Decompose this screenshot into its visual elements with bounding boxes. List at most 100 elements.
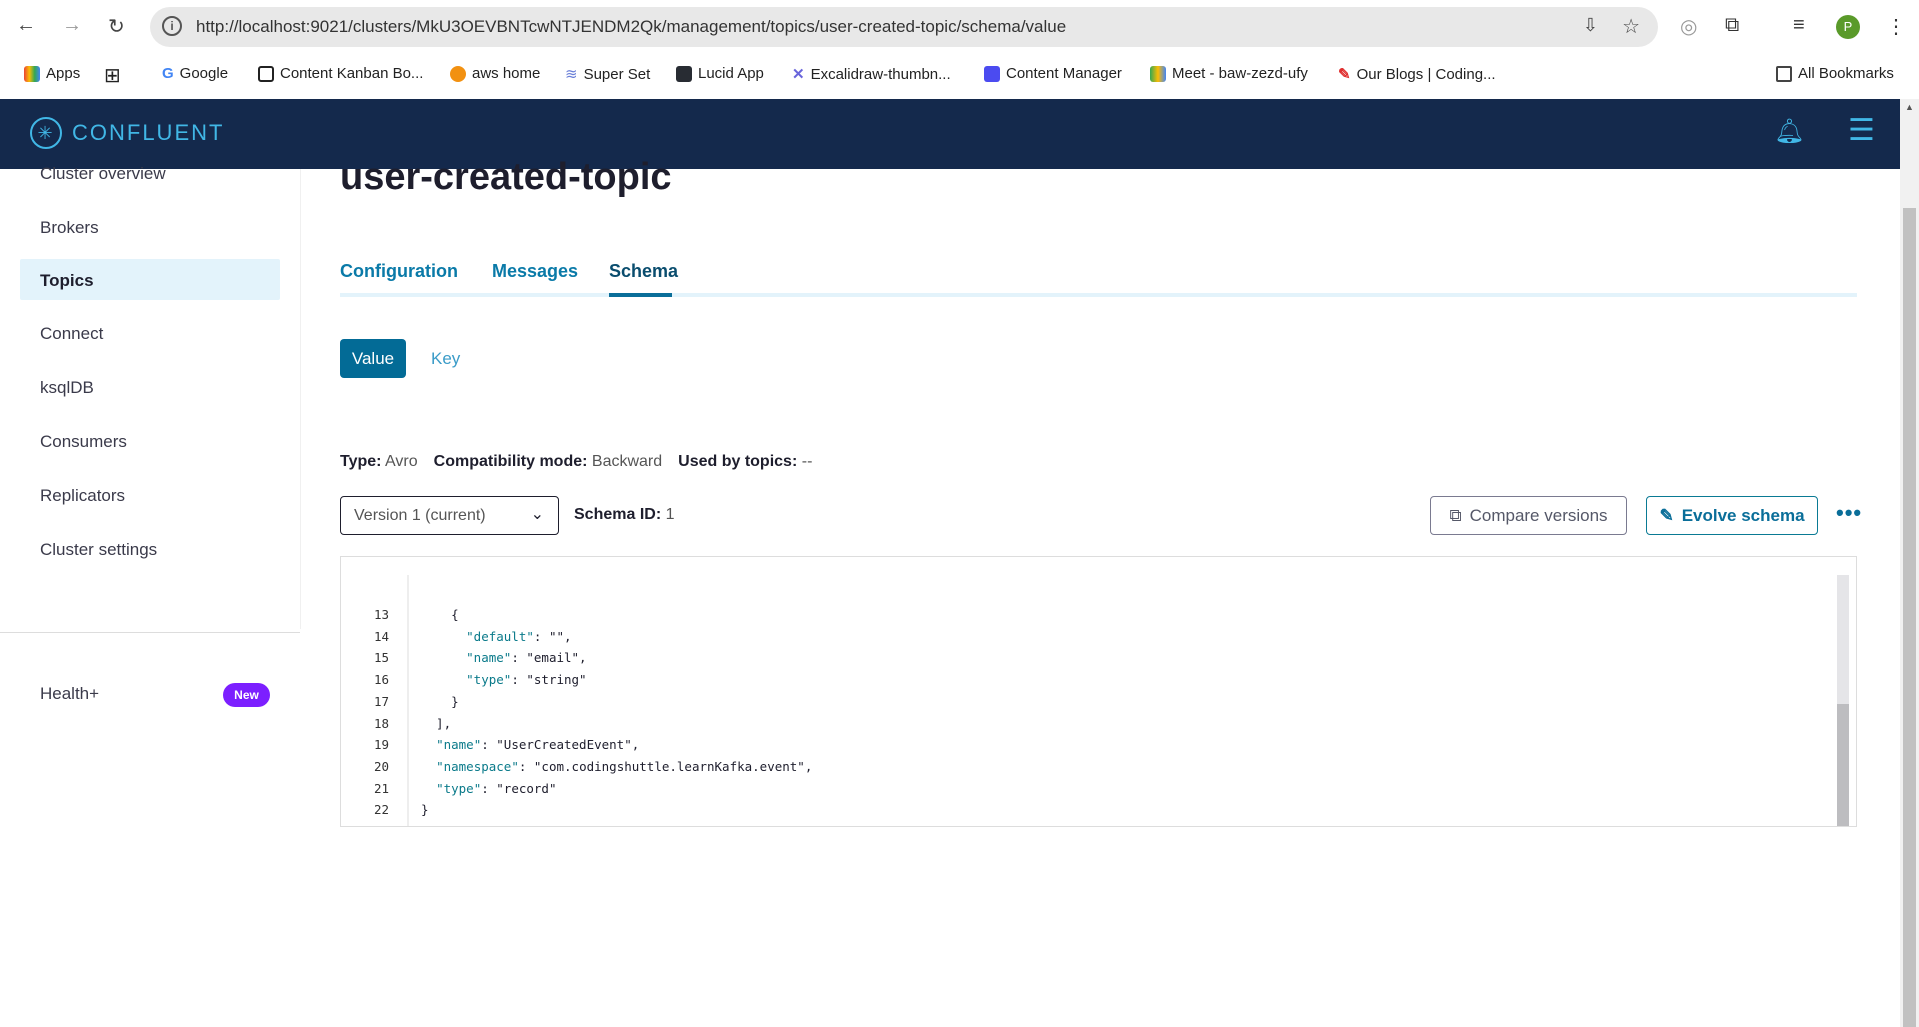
line-number: 14 — [373, 628, 389, 644]
used-label: Used by topics: — [678, 453, 798, 470]
all-bookmarks[interactable]: All Bookmarks — [1776, 65, 1894, 82]
confluent-logo[interactable]: ✳ CONFLUENT — [30, 117, 224, 149]
bookmark-aws-home[interactable]: aws home — [450, 65, 540, 82]
line-number: 20 — [373, 758, 389, 774]
value-toggle[interactable]: Value — [340, 339, 406, 378]
logo-text: CONFLUENT — [72, 120, 225, 145]
sidebar-item-topics[interactable]: Topics — [40, 271, 94, 291]
site-info-icon[interactable]: i — [162, 16, 182, 36]
schema-id: Schema ID: 1 — [574, 506, 675, 524]
bookmark-super-set[interactable]: ≋ Super Set — [565, 65, 650, 84]
bookmark-lucid[interactable]: Lucid App — [676, 65, 764, 82]
bookmark-our-blogs[interactable]: ✎ Our Blogs | Coding... — [1338, 65, 1496, 84]
gutter-divider — [407, 575, 409, 826]
tab-configuration[interactable]: Configuration — [340, 261, 458, 282]
more-options-icon[interactable]: ••• — [1836, 500, 1862, 526]
sidebar-item-connect[interactable]: Connect — [40, 324, 103, 344]
menu-icon[interactable]: ⋮ — [1886, 14, 1906, 39]
code-line: { — [421, 607, 459, 622]
reload-icon[interactable]: ↻ — [108, 14, 125, 39]
type-value: Avro — [385, 453, 418, 470]
lucid-icon — [676, 65, 692, 82]
evolve-schema-button[interactable]: ✎ Evolve schema — [1646, 496, 1818, 535]
compare-versions-button[interactable]: ⧉ Compare versions — [1430, 496, 1627, 535]
code-line: "namespace": "com.codingshuttle.learnKaf… — [436, 758, 813, 774]
code-line: "name": "UserCreatedEvent", — [436, 737, 640, 753]
hamburger-icon[interactable]: ☰ — [1848, 113, 1875, 148]
browser-toolbar: ← → ↻ i http://localhost:9021/clusters/M… — [0, 0, 1919, 55]
bookmark-label: Apps — [46, 65, 81, 82]
chevron-down-icon: ⌄ — [530, 506, 544, 523]
line-number: 17 — [373, 693, 389, 709]
bookmark-label: Meet - baw-zezd-ufy — [1172, 65, 1308, 82]
tab-messages[interactable]: Messages — [492, 261, 578, 282]
page-scrollbar-thumb[interactable] — [1903, 208, 1916, 1027]
forward-icon[interactable]: → — [62, 14, 82, 37]
google-icon: G — [162, 65, 174, 82]
bell-icon[interactable]: 🔔︎ — [1774, 117, 1804, 146]
bookmarks-bar: Apps ⊞ G Google Content Kanban Bo... aws … — [0, 55, 1919, 99]
superset-icon: ≋ — [565, 66, 578, 83]
sidebar-item-replicators[interactable]: Replicators — [40, 486, 125, 506]
button-label: Evolve schema — [1681, 505, 1805, 525]
code-line: "default": "", — [466, 628, 572, 644]
address-bar[interactable]: i http://localhost:9021/clusters/MkU3OEV… — [150, 7, 1658, 47]
scroll-up-icon[interactable]: ▲ — [1905, 102, 1914, 112]
sidebar-item-cluster-overview[interactable]: Cluster overview — [40, 164, 166, 184]
bookmark-google[interactable]: G Google — [162, 65, 228, 82]
extension-icon[interactable]: ◎ — [1680, 14, 1697, 39]
install-icon[interactable]: ⇩ — [1583, 15, 1598, 36]
tab-schema[interactable]: Schema — [609, 261, 678, 282]
edit-icon: ✎ — [1659, 505, 1674, 525]
schema-id-label: Schema ID: — [574, 506, 662, 523]
avatar[interactable]: P — [1836, 15, 1860, 39]
sidebar-item-ksqldb[interactable]: ksqlDB — [40, 378, 94, 398]
line-number: 13 — [373, 607, 389, 622]
schema-editor[interactable]: 13 {14 "default": "", 15 "name": "email",… — [340, 556, 1857, 827]
back-icon[interactable]: ← — [16, 14, 36, 37]
bookmark-label: Lucid App — [698, 65, 764, 82]
bookmark-content-kanban[interactable]: Content Kanban Bo... — [258, 65, 423, 82]
code-line: } — [421, 693, 459, 709]
new-badge: New — [223, 683, 270, 707]
sidebar-item-health-plus[interactable]: Health+ — [40, 684, 99, 704]
blog-icon: ✎ — [1338, 66, 1351, 83]
editor-scrollbar-thumb[interactable] — [1837, 704, 1849, 826]
version-select[interactable]: Version 1 (current) ⌄ — [340, 496, 559, 535]
code-line: } — [421, 802, 429, 818]
sidebar-item-cluster-settings[interactable]: Cluster settings — [40, 540, 157, 560]
tabs-track — [340, 293, 1857, 297]
version-value: Version 1 (current) — [354, 507, 486, 524]
star-icon[interactable]: ☆ — [1622, 14, 1640, 39]
sidebar-item-consumers[interactable]: Consumers — [40, 432, 127, 452]
line-number: 16 — [373, 672, 389, 688]
bookmark-meet[interactable]: Meet - baw-zezd-ufy — [1150, 65, 1308, 82]
content-manager-icon — [984, 65, 1000, 82]
apps-icon — [24, 65, 40, 82]
bookmark-excalidraw[interactable]: ✕ Excalidraw-thumbn... — [792, 65, 951, 84]
puzzle-icon[interactable]: ⧉ — [1725, 14, 1739, 37]
code-line: "type": "string" — [466, 672, 587, 688]
type-label: Type: — [340, 453, 382, 470]
schema-id-value: 1 — [665, 506, 675, 523]
key-toggle[interactable]: Key — [431, 349, 460, 369]
bookmark-label: Google — [179, 65, 229, 82]
compare-icon: ⧉ — [1449, 505, 1462, 525]
media-icon[interactable]: ≡ — [1793, 14, 1805, 37]
sidebar-divider — [0, 632, 300, 633]
grid-icon[interactable]: ⊞ — [104, 63, 121, 88]
url-text: http://localhost:9021/clusters/MkU3OEVBN… — [196, 17, 1067, 36]
bookmark-label: Excalidraw-thumbn... — [810, 65, 951, 83]
bookmark-content-manager[interactable]: Content Manager — [984, 65, 1122, 82]
used-value: -- — [801, 453, 813, 470]
app-header: ✳ CONFLUENT 🔔︎ ☰ — [0, 99, 1900, 169]
notion-icon — [258, 65, 274, 82]
button-label: Compare versions — [1469, 505, 1608, 525]
folder-icon — [1776, 65, 1792, 82]
bookmark-label: Content Kanban Bo... — [280, 65, 424, 82]
bookmark-apps[interactable]: Apps — [24, 65, 80, 82]
sidebar-border — [300, 169, 301, 629]
line-number: 18 — [373, 715, 389, 731]
compat-label: Compatibility mode: — [433, 453, 588, 470]
sidebar-item-brokers[interactable]: Brokers — [40, 218, 99, 238]
